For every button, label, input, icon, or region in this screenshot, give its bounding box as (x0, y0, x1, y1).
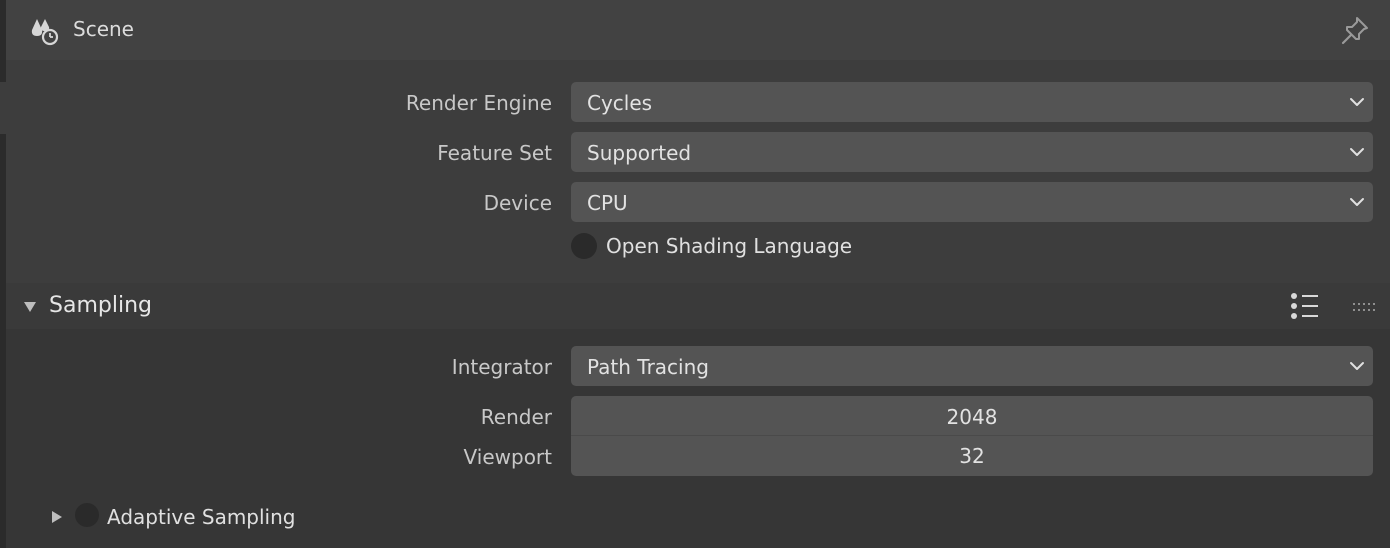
samples-field-group: 2048 32 (571, 396, 1373, 476)
presets-list-icon[interactable] (1290, 292, 1322, 320)
adaptive-sampling-checkbox[interactable] (75, 503, 99, 527)
chevron-down-icon (1349, 144, 1365, 160)
field-divider (571, 435, 1373, 436)
integrator-label: Integrator (451, 355, 552, 379)
editor-side-tab[interactable] (0, 82, 22, 134)
scene-title: Scene (73, 17, 134, 41)
sampling-panel-header[interactable]: Sampling (6, 283, 1390, 329)
render-samples-label: Render (480, 405, 552, 429)
feature-set-value: Supported (587, 141, 692, 165)
scene-icon (28, 14, 62, 48)
integrator-value: Path Tracing (587, 355, 709, 379)
device-label: Device (483, 191, 552, 215)
osl-checkbox[interactable] (571, 233, 597, 259)
integrator-dropdown[interactable]: Path Tracing (571, 346, 1373, 386)
triangle-down-icon (23, 299, 37, 313)
feature-set-label: Feature Set (437, 141, 552, 165)
render-engine-dropdown[interactable]: Cycles (571, 82, 1373, 122)
triangle-right-icon (50, 509, 64, 523)
chevron-down-icon (1349, 358, 1365, 374)
sampling-title: Sampling (49, 293, 152, 318)
viewport-samples-label: Viewport (463, 445, 552, 469)
drag-grip-icon[interactable] (1352, 299, 1376, 313)
osl-label: Open Shading Language (606, 234, 853, 258)
scene-header: Scene (6, 0, 1390, 60)
chevron-down-icon (1349, 94, 1365, 110)
render-engine-label: Render Engine (405, 91, 552, 115)
feature-set-dropdown[interactable]: Supported (571, 132, 1373, 172)
device-value: CPU (587, 191, 628, 215)
properties-editor: Scene Render Engine Cycles Feature Set S… (0, 0, 1390, 548)
device-dropdown[interactable]: CPU (571, 182, 1373, 222)
viewport-samples-field[interactable]: 32 (571, 444, 1373, 468)
render-samples-field[interactable]: 2048 (571, 405, 1373, 429)
adaptive-sampling-label: Adaptive Sampling (107, 505, 296, 529)
chevron-down-icon (1349, 194, 1365, 210)
pin-icon[interactable] (1338, 14, 1372, 48)
render-engine-value: Cycles (587, 91, 653, 115)
